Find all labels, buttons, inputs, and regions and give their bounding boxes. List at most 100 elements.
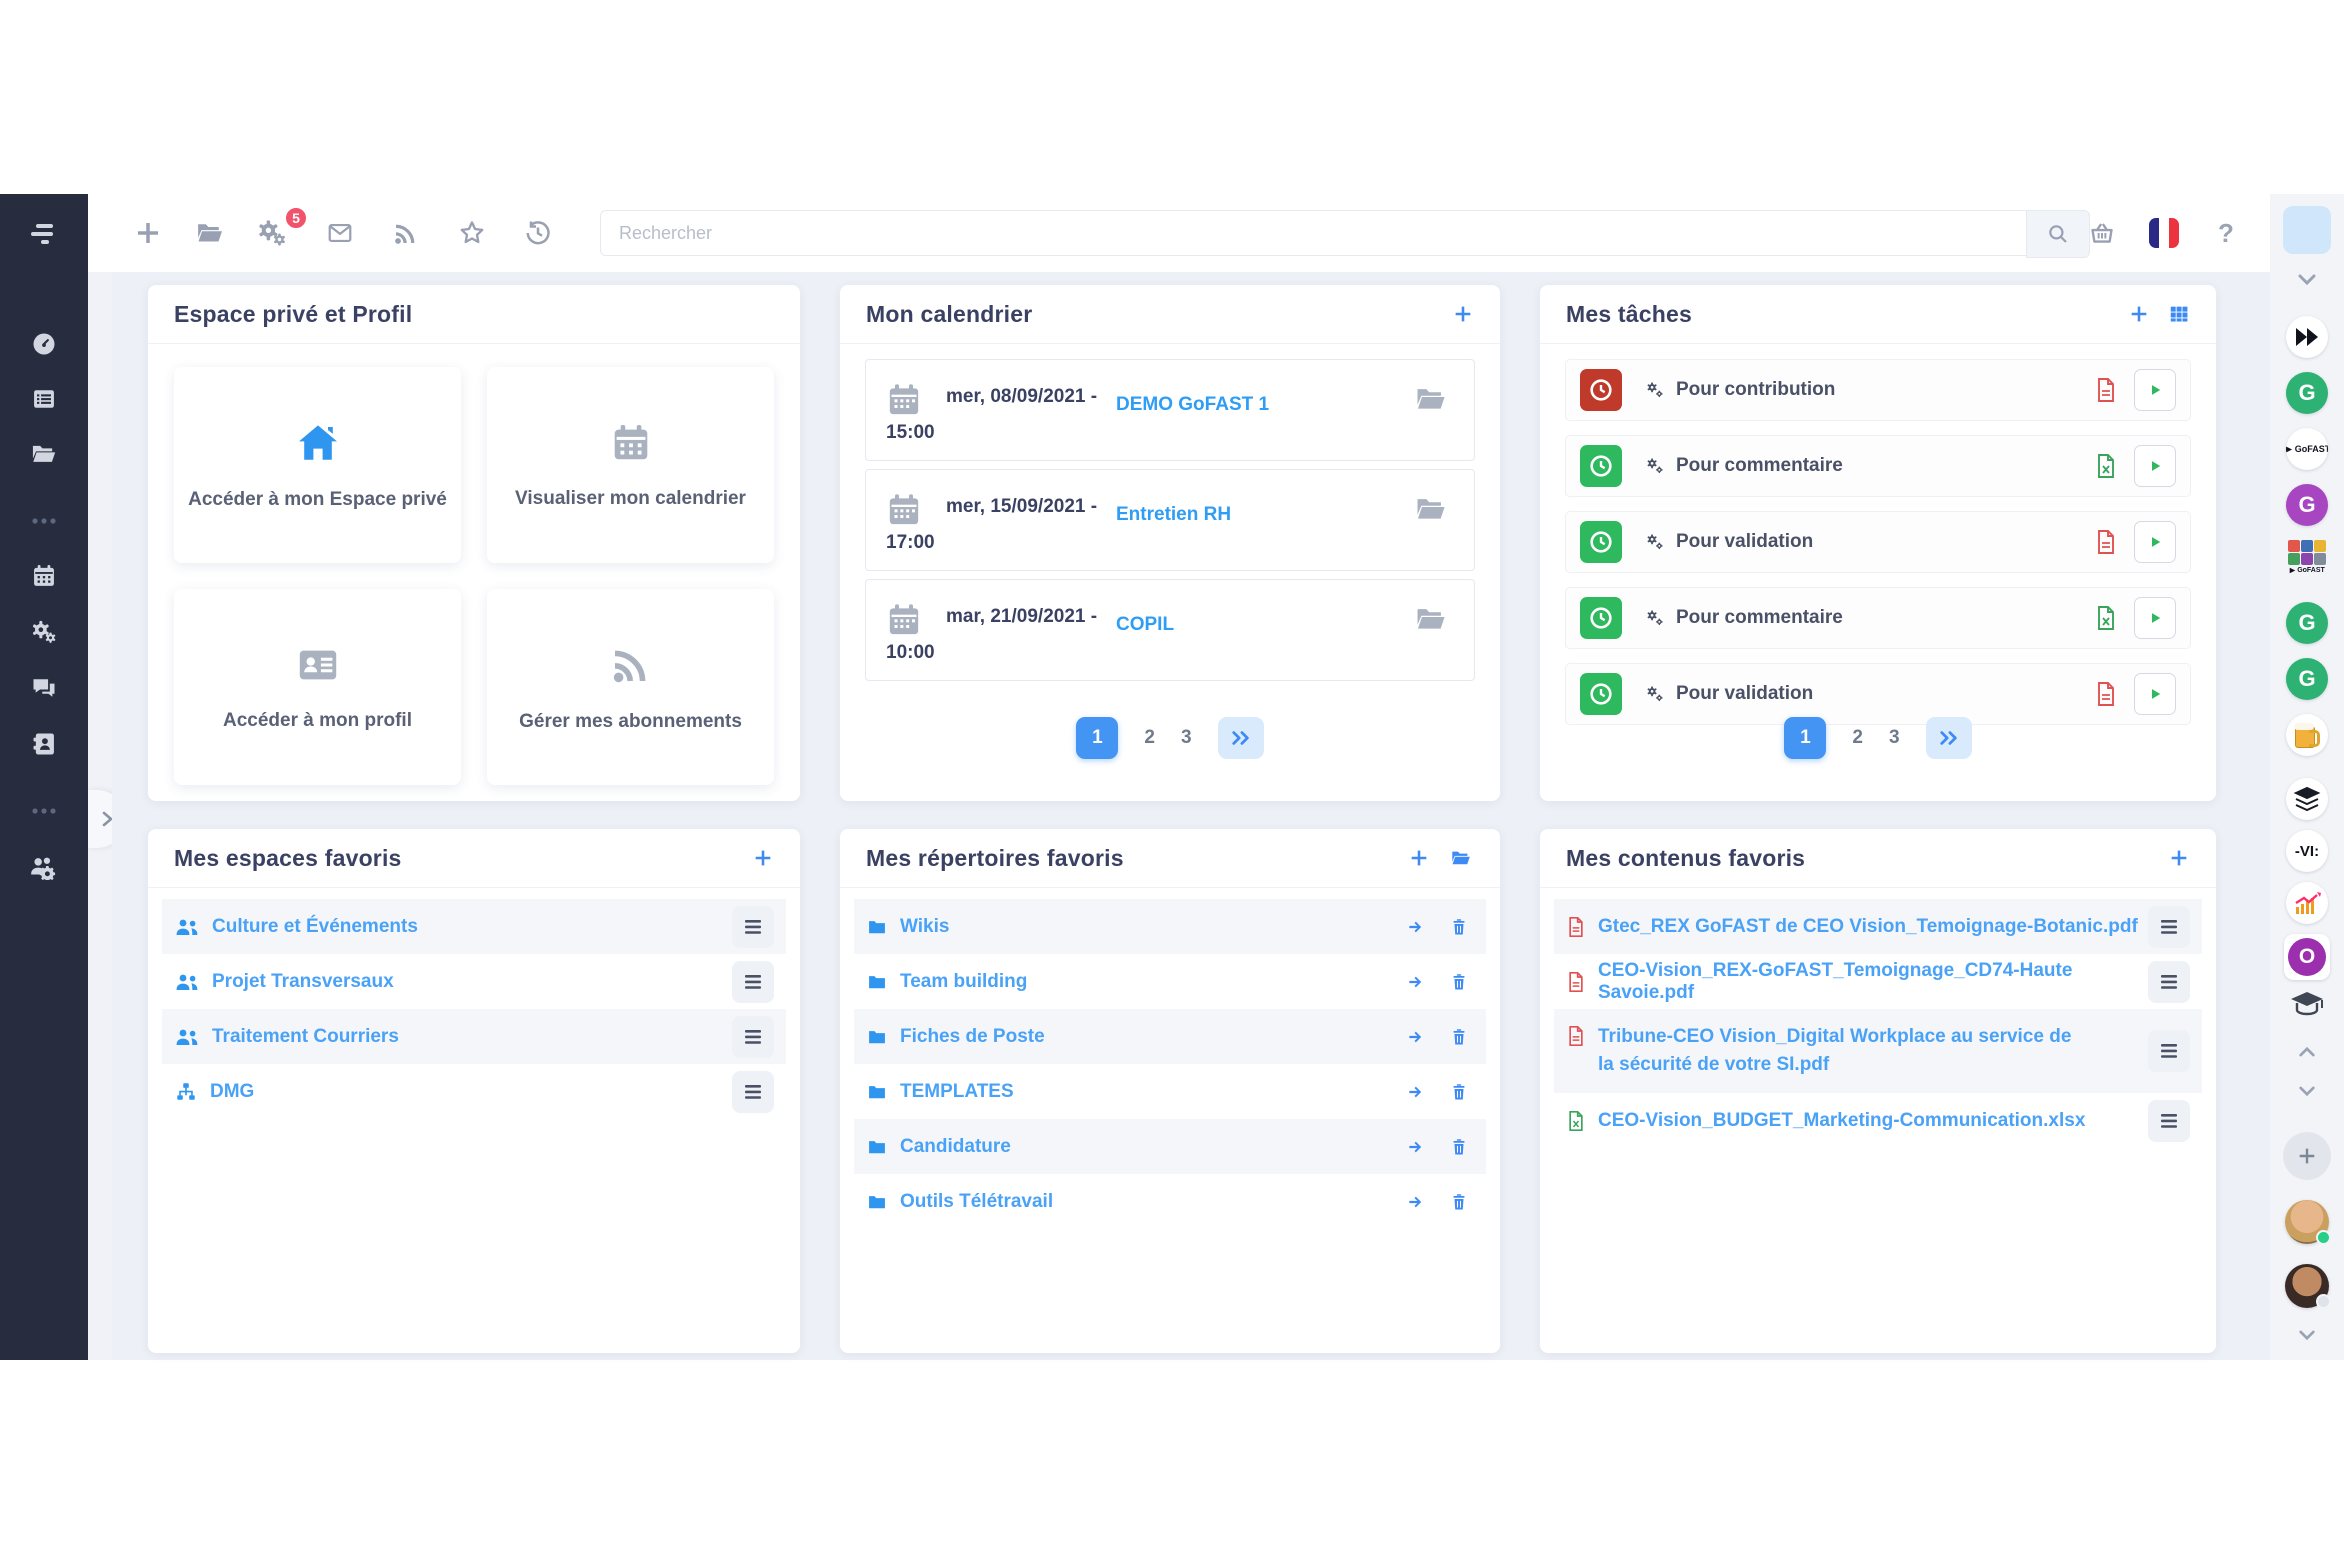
tile-abonnements[interactable]: Gérer mes abonnements (487, 589, 774, 785)
trash-icon[interactable] (1450, 917, 1468, 937)
page-3-button[interactable]: 3 (1889, 727, 1900, 749)
start-task-button[interactable] (2134, 369, 2176, 411)
trash-icon[interactable] (1450, 1027, 1468, 1047)
row-menu-button[interactable] (2148, 961, 2190, 1003)
favorites-star-icon[interactable] (448, 194, 496, 272)
notifications-badge[interactable]: 5 (284, 206, 308, 230)
more-icon[interactable] (0, 789, 88, 833)
books-icon[interactable] (2270, 778, 2344, 820)
directory-link[interactable]: TEMPLATES (900, 1081, 1404, 1103)
chart-up-icon[interactable] (2270, 882, 2344, 924)
calendar-icon[interactable] (0, 554, 88, 598)
user-square-avatar[interactable] (2283, 206, 2331, 254)
excel-file-icon[interactable] (2094, 453, 2118, 479)
start-task-button[interactable] (2134, 597, 2176, 639)
gofast-suite-logo-icon[interactable]: GoFAST (2270, 540, 2344, 574)
row-menu-button[interactable] (732, 961, 774, 1003)
open-folder-icon[interactable] (1412, 602, 1450, 636)
space-link[interactable]: DMG (210, 1081, 732, 1103)
add-space-button[interactable] (752, 847, 774, 869)
tile-profil[interactable]: Accéder à mon profil (174, 589, 461, 785)
calendar-event-row[interactable]: mar, 21/09/2021 - 10:00 COPIL (865, 579, 1475, 681)
tile-espace-prive[interactable]: Accéder à mon Espace privé (174, 367, 461, 563)
more-icon[interactable] (0, 499, 88, 543)
task-label[interactable]: Pour commentaire (1676, 455, 2094, 477)
directory-link[interactable]: Outils Télétravail (900, 1191, 1404, 1213)
trash-icon[interactable] (1450, 972, 1468, 992)
event-link[interactable]: COPIL (1116, 614, 1174, 636)
gofast-logo-icon[interactable]: GoFAST (2270, 428, 2344, 470)
g-badge-green-icon[interactable]: G (2270, 658, 2344, 700)
row-menu-button[interactable] (732, 906, 774, 948)
trash-icon[interactable] (1450, 1137, 1468, 1157)
start-task-button[interactable] (2134, 521, 2176, 563)
scroll-down-icon[interactable] (2270, 1086, 2344, 1097)
content-scroll-gutter[interactable] (88, 194, 113, 1360)
lists-icon[interactable] (0, 377, 88, 421)
event-link[interactable]: DEMO GoFAST 1 (1116, 394, 1269, 416)
page-1-button[interactable]: 1 (1076, 717, 1118, 759)
task-row[interactable]: Pour commentaire (1565, 435, 2191, 497)
browse-folders-button[interactable] (1448, 847, 1474, 869)
open-folder-icon[interactable] (1412, 492, 1450, 526)
task-row[interactable]: Pour commentaire (1565, 587, 2191, 649)
open-folder-icon[interactable] (1412, 382, 1450, 416)
add-contact-button[interactable] (2270, 1132, 2344, 1180)
tile-calendrier[interactable]: Visualiser mon calendrier (487, 367, 774, 563)
task-row[interactable]: Pour contribution (1565, 359, 2191, 421)
add-content-button[interactable] (2168, 847, 2190, 869)
users-gear-icon[interactable] (0, 844, 88, 888)
folder-open-icon[interactable] (0, 432, 88, 476)
trash-icon[interactable] (1450, 1192, 1468, 1212)
add-icon[interactable] (124, 194, 172, 272)
event-link[interactable]: Entretien RH (1116, 504, 1231, 526)
collapse-chevron-icon[interactable] (2270, 274, 2344, 286)
page-3-button[interactable]: 3 (1181, 727, 1192, 749)
page-2-button[interactable]: 2 (1144, 727, 1155, 749)
g-badge-green-icon[interactable]: G (2270, 602, 2344, 644)
row-menu-button[interactable] (2148, 906, 2190, 948)
graduation-cap-icon[interactable] (2270, 990, 2344, 1020)
chats-icon[interactable] (0, 666, 88, 710)
task-table-view-button[interactable] (2168, 303, 2190, 325)
help-icon[interactable]: ? (2202, 194, 2250, 272)
directory-link[interactable]: Wikis (900, 916, 1404, 938)
go-to-icon[interactable] (1404, 917, 1428, 937)
pdf-file-icon[interactable] (2094, 377, 2118, 403)
go-to-icon[interactable] (1404, 1027, 1428, 1047)
fast-forward-icon[interactable] (2270, 316, 2344, 358)
content-link[interactable]: CEO-Vision_REX-GoFAST_Temoignage_CD74-Ha… (1598, 960, 2148, 1004)
go-to-icon[interactable] (1404, 1137, 1428, 1157)
trash-icon[interactable] (1450, 1082, 1468, 1102)
row-menu-button[interactable] (732, 1071, 774, 1113)
task-label[interactable]: Pour validation (1676, 531, 2094, 553)
scroll-down-icon[interactable] (2270, 1330, 2344, 1341)
history-icon[interactable] (514, 194, 562, 272)
basket-icon[interactable] (2078, 194, 2126, 272)
next-page-button[interactable] (1926, 717, 1972, 759)
rss-feed-icon[interactable] (382, 194, 430, 272)
next-page-button[interactable] (1218, 717, 1264, 759)
pdf-file-icon[interactable] (2094, 529, 2118, 555)
avatar-man-online[interactable] (2270, 1200, 2344, 1244)
row-menu-button[interactable] (2148, 1030, 2190, 1072)
content-link[interactable]: Tribune-CEO Vision_Digital Workplace au … (1598, 1023, 2078, 1078)
space-link[interactable]: Traitement Courriers (212, 1026, 732, 1048)
space-link[interactable]: Projet Transversaux (212, 971, 732, 993)
workflow-gears-icon[interactable] (248, 194, 296, 272)
vi-logo-icon[interactable]: -VI: (2270, 830, 2344, 872)
directory-link[interactable]: Team building (900, 971, 1404, 993)
task-row[interactable]: Pour validation (1565, 663, 2191, 725)
scroll-up-icon[interactable] (2270, 1046, 2344, 1057)
task-label[interactable]: Pour contribution (1676, 379, 2094, 401)
beer-mug-icon[interactable] (2270, 714, 2344, 756)
add-directory-button[interactable] (1408, 847, 1430, 869)
g-badge-purple-icon[interactable]: G (2270, 484, 2344, 526)
task-row[interactable]: Pour validation (1565, 511, 2191, 573)
add-task-button[interactable] (2128, 303, 2150, 325)
task-label[interactable]: Pour validation (1676, 683, 2094, 705)
go-to-icon[interactable] (1404, 1082, 1428, 1102)
french-flag-icon[interactable] (2140, 194, 2188, 272)
directory-link[interactable]: Candidature (900, 1136, 1404, 1158)
row-menu-button[interactable] (732, 1016, 774, 1058)
